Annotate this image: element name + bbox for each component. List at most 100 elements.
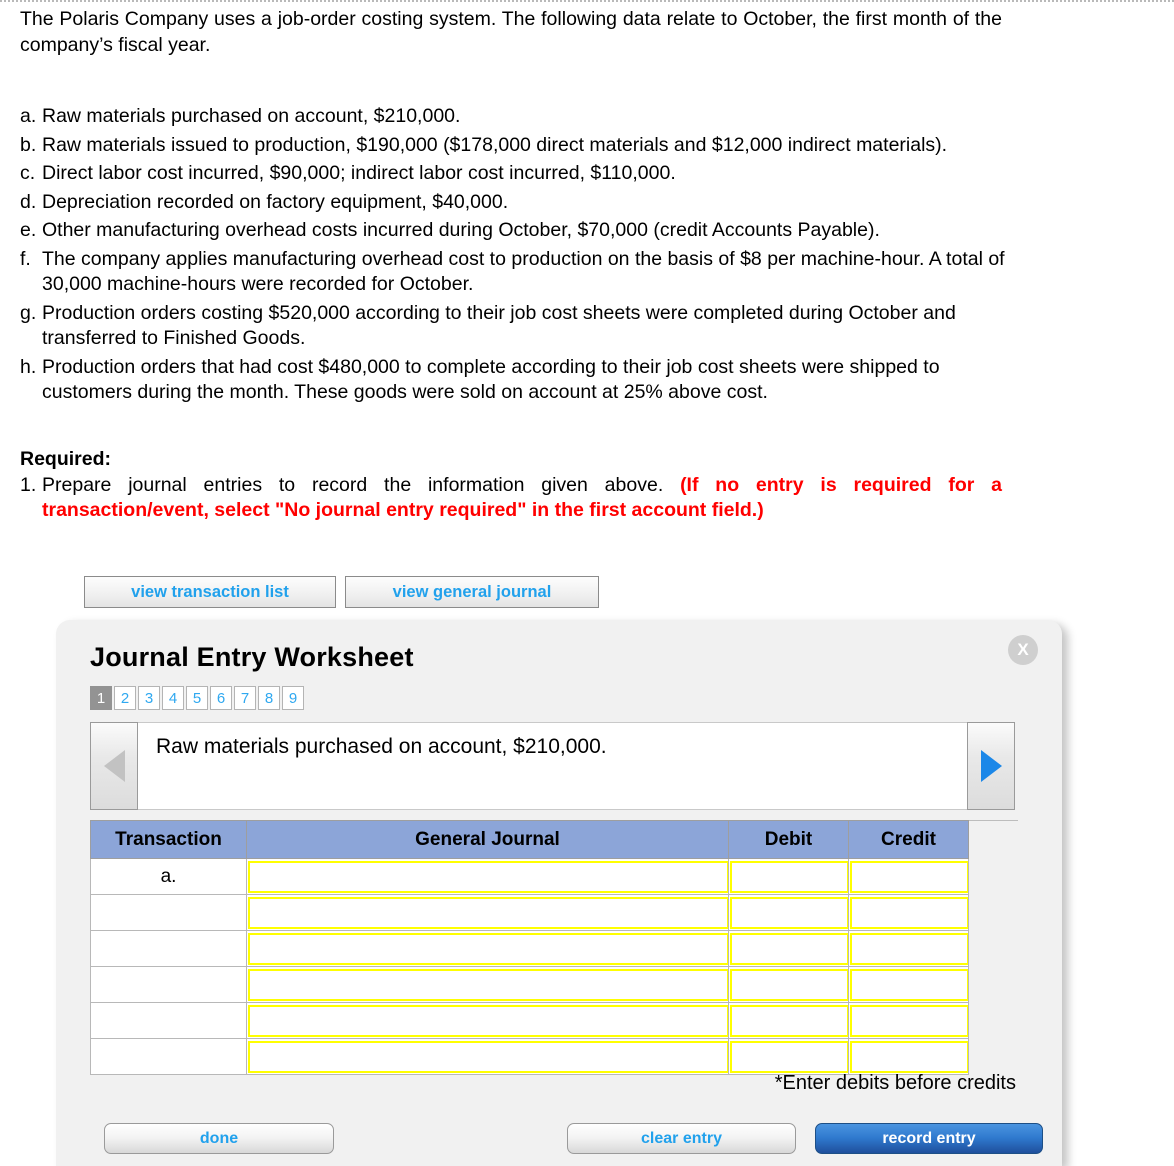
row-debit-cell[interactable] (728, 966, 849, 1003)
list-item-text: Production orders that had cost $480,000… (42, 355, 940, 404)
problem-intro-text: The Polaris Company uses a job-order cos… (20, 8, 1002, 56)
row-debit-cell[interactable] (728, 1002, 849, 1039)
list-item-text: Production orders costing $520,000 accor… (42, 301, 956, 350)
next-entry-button[interactable] (967, 722, 1015, 810)
journal-table-container: Transaction General Journal Debit Credit… (90, 820, 1018, 1075)
journal-entry-table: Transaction General Journal Debit Credit… (90, 820, 969, 1075)
record-entry-button[interactable]: record entry (815, 1123, 1043, 1154)
debit-input[interactable] (730, 860, 849, 893)
row-general-journal-cell[interactable] (246, 930, 729, 967)
tab-6[interactable]: 6 (210, 686, 232, 710)
debit-input[interactable] (730, 968, 849, 1001)
tab-4[interactable]: 4 (162, 686, 184, 710)
row-credit-cell[interactable] (848, 1002, 969, 1039)
worksheet-tab-strip: 1 2 3 4 5 6 7 8 9 (90, 686, 304, 710)
view-general-journal-button[interactable]: view general journal (345, 576, 599, 608)
table-row (90, 966, 969, 1003)
row-debit-cell[interactable] (728, 930, 849, 967)
tab-9[interactable]: 9 (282, 686, 304, 710)
row-general-journal-cell[interactable] (246, 1002, 729, 1039)
table-row: a. (90, 858, 969, 895)
list-item-marker: h. (20, 355, 37, 378)
list-item-marker: d. (20, 190, 37, 213)
row-transaction-label (90, 966, 247, 1003)
account-input[interactable] (248, 932, 729, 965)
row-credit-cell[interactable] (848, 966, 969, 1003)
credit-input[interactable] (850, 860, 969, 893)
done-button[interactable]: done (104, 1123, 334, 1154)
row-general-journal-cell[interactable] (246, 1038, 729, 1075)
tab-1[interactable]: 1 (90, 686, 112, 710)
tab-3[interactable]: 3 (138, 686, 160, 710)
table-row (90, 1038, 969, 1075)
tab-2[interactable]: 2 (114, 686, 136, 710)
debit-input[interactable] (730, 1040, 849, 1073)
clear-entry-button[interactable]: clear entry (567, 1123, 796, 1154)
list-item-text: Raw materials issued to production, $190… (42, 133, 948, 156)
debit-input[interactable] (730, 932, 849, 965)
column-header-general-journal: General Journal (246, 820, 729, 859)
list-item: c. Direct labor cost incurred, $90,000; … (20, 161, 1005, 187)
row-transaction-label (90, 930, 247, 967)
prev-arrow-icon (103, 750, 125, 782)
list-item-marker: c. (20, 162, 36, 184)
close-icon[interactable]: X (1008, 635, 1038, 665)
row-debit-cell[interactable] (728, 894, 849, 931)
required-item: 1. Prepare journal entries to record the… (20, 473, 1002, 524)
account-input[interactable] (248, 1040, 729, 1073)
credit-input[interactable] (850, 1004, 969, 1037)
table-header-row: Transaction General Journal Debit Credit (90, 820, 969, 859)
account-input[interactable] (248, 968, 729, 1001)
account-input[interactable] (248, 860, 729, 893)
required-item-number: 1. (20, 473, 37, 496)
table-body: a. (90, 858, 969, 1075)
row-general-journal-cell[interactable] (246, 858, 729, 895)
view-transaction-list-button[interactable]: view transaction list (84, 576, 336, 608)
row-credit-cell[interactable] (848, 894, 969, 931)
row-transaction-label (90, 894, 247, 931)
row-debit-cell[interactable] (728, 1038, 849, 1075)
column-header-credit: Credit (848, 820, 969, 859)
list-item-text: Other manufacturing overhead costs incur… (42, 219, 880, 241)
credit-input[interactable] (850, 932, 969, 965)
row-credit-cell[interactable] (848, 858, 969, 895)
credit-input[interactable] (850, 1040, 969, 1073)
next-arrow-icon (980, 750, 1002, 782)
page-top-divider (0, 0, 1174, 2)
row-transaction-label: a. (90, 858, 247, 895)
row-credit-cell[interactable] (848, 1038, 969, 1075)
row-debit-cell[interactable] (728, 858, 849, 895)
list-item-text: Depreciation recorded on factory equipme… (42, 190, 509, 213)
row-transaction-label (90, 1038, 247, 1075)
credit-input[interactable] (850, 896, 969, 929)
list-item: a. Raw materials purchased on account, $… (20, 104, 1005, 130)
list-item: g. Production orders costing $520,000 ac… (20, 301, 1005, 352)
list-item-marker: b. (20, 133, 37, 156)
worksheet-title: Journal Entry Worksheet (90, 642, 414, 672)
account-input[interactable] (248, 896, 729, 929)
required-plain-text: Prepare journal entries to record the in… (42, 473, 681, 496)
tab-5[interactable]: 5 (186, 686, 208, 710)
worksheet-action-buttons: done clear entry record entry (56, 1120, 1062, 1160)
list-item: h. Production orders that had cost $480,… (20, 355, 1005, 406)
row-general-journal-cell[interactable] (246, 894, 729, 931)
list-item: b. Raw materials issued to production, $… (20, 133, 1005, 159)
problem-item-list: a. Raw materials purchased on account, $… (20, 104, 1005, 406)
worksheet-prompt-text: Raw materials purchased on account, $210… (138, 722, 967, 810)
debit-input[interactable] (730, 896, 849, 929)
list-item: d. Depreciation recorded on factory equi… (20, 190, 1005, 216)
tab-7[interactable]: 7 (234, 686, 256, 710)
row-general-journal-cell[interactable] (246, 966, 729, 1003)
list-item: f. The company applies manufacturing ove… (20, 247, 1005, 298)
journal-entry-worksheet-panel: Journal Entry Worksheet X 1 2 3 4 5 6 7 … (56, 620, 1062, 1166)
credit-input[interactable] (850, 968, 969, 1001)
row-credit-cell[interactable] (848, 930, 969, 967)
list-item-text: The company applies manufacturing overhe… (42, 247, 1005, 296)
debit-input[interactable] (730, 1004, 849, 1037)
account-input[interactable] (248, 1004, 729, 1037)
list-item-marker: g. (20, 301, 37, 324)
tab-8[interactable]: 8 (258, 686, 280, 710)
previous-entry-button[interactable] (90, 722, 138, 810)
worksheet-prompt-navigator: Raw materials purchased on account, $210… (90, 722, 1015, 810)
required-section: Required: 1. Prepare journal entries to … (20, 448, 1002, 524)
